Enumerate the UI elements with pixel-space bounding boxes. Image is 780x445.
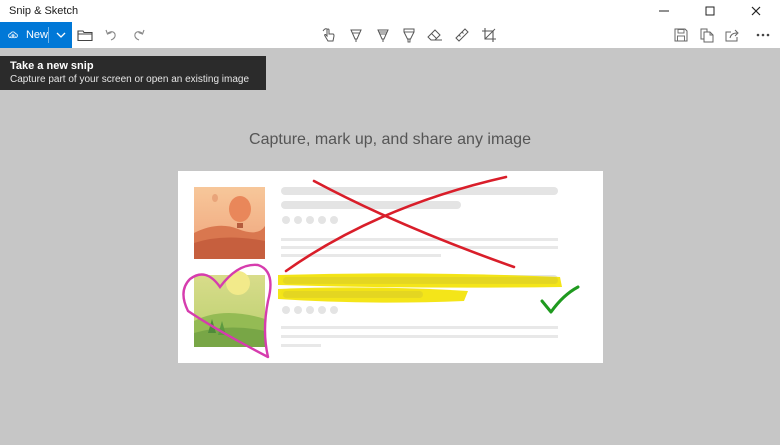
markup-illustration — [178, 171, 603, 363]
new-snip-tooltip: Take a new snip Capture part of your scr… — [0, 56, 266, 90]
pencil-button[interactable] — [372, 25, 394, 45]
eraser-button[interactable] — [424, 25, 446, 45]
share-button[interactable] — [722, 25, 744, 45]
ballpoint-pen-button[interactable] — [345, 25, 367, 45]
save-icon — [674, 28, 688, 42]
title-bar: Snip & Sketch — [0, 0, 780, 22]
ruler-icon — [455, 28, 469, 42]
redo-button[interactable] — [128, 25, 150, 45]
balloon-thumbnail — [194, 187, 265, 259]
touch-writing-button[interactable] — [318, 25, 340, 45]
touch-writing-icon — [322, 28, 335, 42]
minimize-button[interactable] — [641, 0, 687, 22]
more-options-button[interactable] — [752, 25, 774, 45]
minimize-icon — [659, 10, 669, 12]
new-snip-label: New — [25, 29, 48, 41]
window-title: Snip & Sketch — [9, 5, 79, 17]
green-check-markup — [540, 285, 580, 314]
undo-button[interactable] — [100, 25, 122, 45]
highlighter-icon — [403, 28, 415, 43]
tooltip-description: Capture part of your screen or open an e… — [10, 74, 250, 85]
tooltip-title: Take a new snip — [10, 60, 94, 72]
close-icon — [751, 6, 761, 16]
share-icon — [725, 29, 739, 42]
close-button[interactable] — [733, 0, 779, 22]
chevron-down-icon — [56, 32, 65, 38]
crop-button[interactable] — [478, 25, 500, 45]
ruler-button[interactable] — [451, 25, 473, 45]
save-button[interactable] — [670, 25, 692, 45]
ballpoint-pen-icon — [350, 29, 362, 42]
new-snip-dropdown[interactable] — [49, 32, 72, 38]
crop-icon — [482, 28, 496, 42]
illustration-canvas — [182, 175, 580, 359]
snip-cloud-icon — [8, 31, 18, 39]
new-snip-main[interactable]: New — [0, 22, 48, 48]
eraser-icon — [427, 29, 442, 41]
welcome-headline: Capture, mark up, and share any image — [249, 131, 531, 148]
maximize-button[interactable] — [687, 0, 733, 22]
open-file-button[interactable] — [74, 25, 96, 45]
maximize-icon — [705, 6, 715, 16]
undo-icon — [105, 29, 116, 41]
redo-icon — [134, 29, 145, 41]
yellow-highlight-markup — [278, 273, 562, 303]
copy-icon — [700, 28, 714, 42]
pencil-icon — [377, 29, 389, 42]
copy-button[interactable] — [696, 25, 718, 45]
toolbar: New — [0, 22, 780, 48]
open-folder-icon — [77, 30, 93, 42]
more-options-icon — [756, 33, 770, 37]
new-snip-button[interactable]: New — [0, 22, 72, 48]
highlighter-button[interactable] — [398, 25, 420, 45]
